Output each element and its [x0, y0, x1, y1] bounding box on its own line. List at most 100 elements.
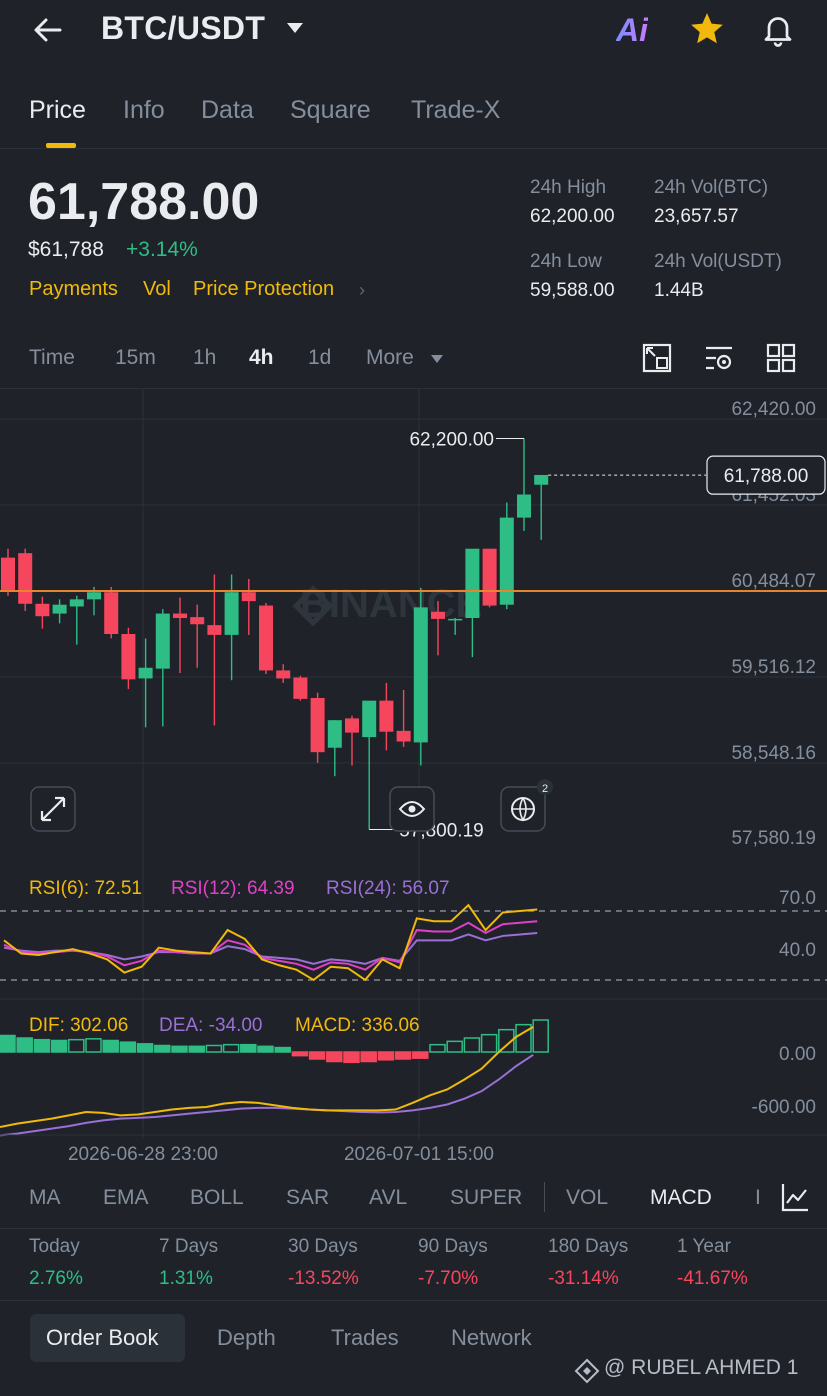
x-tick-label: 2026-07-01 15:00 — [344, 1144, 494, 1165]
macd-histogram-bar — [50, 1039, 68, 1053]
indicator-macd[interactable]: MACD — [650, 1186, 712, 1210]
indicator-settings-icon[interactable] — [780, 1181, 810, 1213]
back-arrow-icon[interactable] — [30, 12, 66, 48]
perf-value: -31.14% — [548, 1268, 619, 1289]
high-value: 62,200.00 — [530, 206, 615, 227]
high-marker-label: 62,200.00 — [409, 430, 494, 451]
macd-histogram-bar — [360, 1051, 377, 1063]
perf-label: 30 Days — [288, 1236, 358, 1257]
interval-1d[interactable]: 1d — [308, 346, 331, 370]
divider — [544, 1182, 545, 1212]
candle-body — [138, 667, 153, 679]
interval-4h[interactable]: 4h — [249, 346, 274, 370]
perf-value: -13.52% — [288, 1268, 359, 1289]
caret-down-icon[interactable] — [286, 22, 304, 34]
candle-body — [413, 607, 428, 743]
chevron-right-icon[interactable]: › — [359, 280, 365, 301]
candle-body — [327, 720, 342, 748]
interval-15m[interactable]: 15m — [115, 346, 156, 370]
ai-icon[interactable]: Ai — [616, 12, 648, 49]
indicator-vol[interactable]: VOL — [566, 1186, 608, 1210]
y-tick-label: 60,484.07 — [731, 571, 816, 592]
y-tick-label: 57,580.19 — [731, 828, 816, 849]
tab-trades[interactable]: Trades — [331, 1325, 399, 1351]
macd-panel: 0.00 -600.00 DIF: 302.06 DEA: -34.00 MACD: 3… — [0, 1015, 827, 1137]
tab-price[interactable]: Price — [29, 96, 86, 125]
candle-body — [310, 697, 325, 753]
visibility-button[interactable] — [389, 786, 435, 832]
price-chart[interactable]: BINANCE 70.040.0RSI(6): 72.51 RSI(12): 64… — [0, 389, 827, 1169]
rsi-tick-label: 70.0 — [779, 888, 816, 909]
tab-depth[interactable]: Depth — [217, 1325, 276, 1351]
candle-body — [104, 592, 119, 635]
macd-histogram-bar — [16, 1037, 33, 1053]
macd-histogram-bar — [446, 1040, 463, 1053]
candle-body — [207, 625, 222, 635]
indicator-ma[interactable]: MA — [29, 1186, 61, 1210]
indicator-more[interactable]: I — [755, 1186, 761, 1210]
chart-settings-icon[interactable] — [703, 342, 735, 374]
interval-time[interactable]: Time — [29, 346, 75, 370]
candle-body — [18, 553, 33, 604]
tab-trade-x[interactable]: Trade-X — [411, 96, 500, 125]
y-tick-label: 58,548.16 — [731, 743, 816, 764]
macd-histogram-bar — [222, 1043, 240, 1053]
macd-histogram-bar — [240, 1043, 257, 1053]
candle-body — [155, 613, 170, 669]
tab-network[interactable]: Network — [451, 1325, 532, 1351]
indicator-super[interactable]: SUPER — [450, 1186, 522, 1210]
network-button[interactable]: 2 — [500, 779, 553, 832]
macd-histogram-bar — [85, 1038, 102, 1053]
candle-body — [293, 677, 308, 699]
caret-down-icon[interactable] — [430, 354, 444, 364]
candle-body — [259, 605, 273, 671]
interval-1h[interactable]: 1h — [193, 346, 216, 370]
rsi-tick-label: 40.0 — [779, 940, 816, 961]
vol-btc-value: 23,657.57 — [654, 206, 739, 227]
star-icon[interactable] — [688, 10, 726, 48]
vol-btc-label: 24h Vol(BTC) — [654, 177, 769, 198]
payments-link[interactable]: Payments — [29, 278, 118, 301]
candle-body — [534, 474, 549, 485]
tab-info[interactable]: Info — [123, 96, 165, 125]
divider — [0, 1300, 827, 1301]
usd-price: $61,788 — [28, 238, 104, 261]
price-protection-link[interactable]: Price Protection — [193, 278, 334, 301]
candle-body — [69, 599, 84, 607]
interval-more[interactable]: More — [366, 346, 414, 370]
divider — [0, 1228, 827, 1229]
indicator-sar[interactable]: SAR — [286, 1186, 329, 1210]
indicator-boll[interactable]: BOLL — [190, 1186, 244, 1210]
grid-view-icon[interactable] — [765, 342, 797, 374]
macd-histogram-bar — [532, 1019, 549, 1053]
rsi24-label: RSI(24): 56.07 — [326, 878, 450, 899]
fullscreen-button[interactable] — [30, 786, 76, 832]
macd-histogram-bar — [188, 1045, 205, 1053]
candle-body — [379, 700, 394, 732]
macd-histogram-bar — [480, 1033, 498, 1053]
macd-histogram-bar — [308, 1051, 326, 1060]
candle-body — [448, 618, 463, 621]
macd-histogram-bar — [343, 1051, 360, 1064]
pair-title[interactable]: BTC/USDT — [101, 10, 265, 47]
dea-label: DEA: -34.00 — [159, 1015, 263, 1036]
candle-body — [87, 592, 101, 600]
vol-link[interactable]: Vol — [143, 278, 171, 301]
macd-label: MACD: 336.06 — [295, 1015, 420, 1036]
tab-square[interactable]: Square — [290, 96, 371, 125]
last-price: 61,788.00 — [28, 173, 260, 231]
candle-body — [190, 617, 205, 625]
dea-line — [0, 1053, 534, 1137]
macd-histogram-bar — [257, 1045, 274, 1053]
bell-icon[interactable] — [760, 10, 796, 48]
tab-order-book[interactable]: Order Book — [46, 1325, 159, 1351]
indicator-avl[interactable]: AVL — [369, 1186, 407, 1210]
macd-histogram-bar — [33, 1038, 51, 1053]
tab-data[interactable]: Data — [201, 96, 254, 125]
chart-layout-icon[interactable] — [641, 342, 673, 374]
candle-body — [1, 557, 15, 592]
macd-histogram-bar — [429, 1043, 446, 1053]
candle-body — [482, 548, 497, 606]
perf-label: Today — [29, 1236, 80, 1257]
indicator-ema[interactable]: EMA — [103, 1186, 149, 1210]
